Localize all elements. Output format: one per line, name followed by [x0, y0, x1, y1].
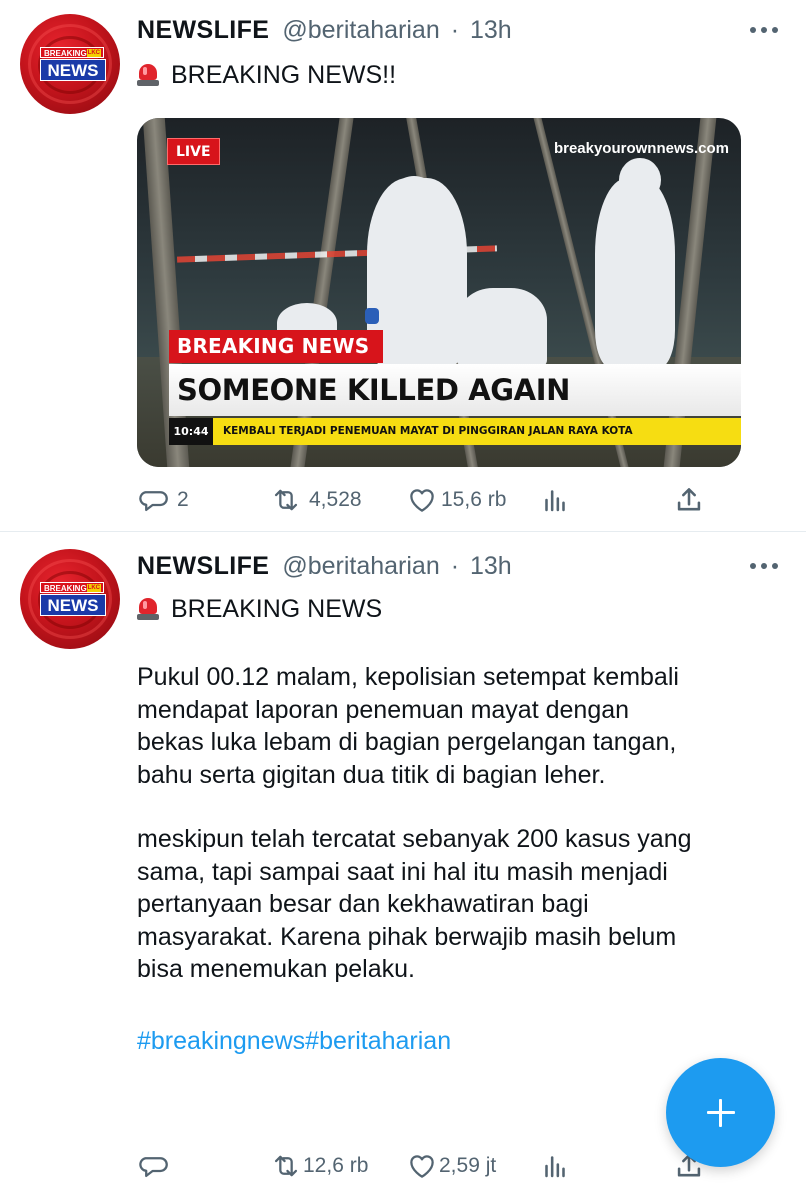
tweet-body: Pukul 00.12 malam, kepolisian setempat k… — [137, 661, 787, 986]
avatar-logo-top-text: BREAKING — [44, 584, 87, 593]
tweet-time[interactable]: 13h — [470, 16, 512, 44]
ticker-time: 10:44 — [169, 418, 213, 445]
tweet-header: NEWSLIFE @beritaharian · 13h — [137, 550, 512, 582]
analytics-icon — [545, 490, 565, 512]
tweet-actions: 2 4,528 15,6 rb — [137, 480, 717, 520]
analytics-button[interactable] — [538, 480, 572, 520]
tweet-actions: 12,6 rb 2,59 jt — [137, 1146, 717, 1186]
retweet-button[interactable]: 12,6 rb — [269, 1146, 368, 1186]
like-count: 2,59 jt — [439, 1154, 497, 1177]
author-name[interactable]: NEWSLIFE — [137, 16, 269, 44]
image-glove — [365, 308, 379, 324]
avatar-logo-main: NEWS — [40, 59, 106, 81]
tweet-media-image[interactable]: LIVE breakyourownnews.com BREAKING NEWS … — [137, 118, 741, 467]
live-badge: LIVE — [167, 138, 220, 165]
hashtag-link[interactable]: #breakingnews#beritaharian — [137, 1025, 451, 1057]
avatar-logo-top-text: BREAKING — [44, 49, 87, 58]
retweet-icon — [274, 489, 298, 511]
like-button[interactable]: 2,59 jt — [405, 1146, 496, 1186]
reply-button[interactable]: 2 — [137, 480, 189, 520]
breaking-news-headline: SOMEONE KILLED AGAIN — [169, 364, 741, 416]
plus-icon — [706, 1098, 735, 1127]
retweet-count: 4,528 — [309, 488, 362, 511]
image-watermark: breakyourownnews.com — [553, 140, 729, 157]
more-options-icon[interactable] — [750, 550, 778, 582]
reply-icon — [139, 491, 168, 512]
like-count: 15,6 rb — [441, 488, 507, 511]
time-separator: · — [450, 552, 460, 580]
share-button[interactable] — [672, 480, 706, 520]
time-separator: · — [450, 16, 460, 44]
retweet-button[interactable]: 4,528 — [269, 480, 362, 520]
image-forensic-person — [595, 178, 675, 368]
author-handle[interactable]: @beritaharian — [282, 552, 439, 580]
tweet-text: BREAKING NEWS!! — [171, 61, 397, 89]
share-icon — [677, 488, 701, 511]
tweet-headline: BREAKING NEWS!! — [137, 59, 396, 91]
tweet-text: BREAKING NEWS — [171, 595, 383, 623]
reply-icon — [139, 1157, 168, 1178]
image-forensic-hood — [389, 176, 439, 226]
police-siren-icon — [137, 596, 159, 622]
avatar[interactable]: BREAKING LKC NEWS — [20, 14, 120, 114]
tweet-paragraph: Pukul 00.12 malam, kepolisian setempat k… — [137, 663, 679, 789]
avatar[interactable]: BREAKING LKC NEWS — [20, 549, 120, 649]
retweet-count: 12,6 rb — [303, 1154, 369, 1177]
analytics-icon — [545, 1156, 565, 1178]
avatar-logo-top: BREAKING LKC — [40, 47, 104, 58]
image-forensic-person — [457, 288, 547, 368]
reply-button[interactable] — [137, 1146, 177, 1186]
retweet-icon — [274, 1155, 298, 1177]
avatar-logo-top: BREAKING LKC — [40, 582, 104, 593]
compose-tweet-button[interactable] — [666, 1058, 775, 1167]
more-options-icon[interactable] — [750, 14, 778, 46]
avatar-logo-tag: LKC — [86, 584, 101, 592]
analytics-button[interactable] — [538, 1146, 572, 1186]
reply-count: 2 — [177, 488, 189, 511]
tweet-headline: BREAKING NEWS — [137, 593, 382, 625]
heart-icon — [410, 1155, 434, 1178]
breaking-news-label: BREAKING NEWS — [169, 330, 384, 363]
image-forensic-hood — [619, 158, 661, 202]
police-siren-icon — [137, 62, 159, 88]
author-name[interactable]: NEWSLIFE — [137, 552, 269, 580]
avatar-logo-tag: LKC — [86, 49, 101, 57]
tweet[interactable]: BREAKING LKC NEWS NEWSLIFE @beritaharian… — [0, 0, 806, 532]
news-ticker: 10:44 KEMBALI TERJADI PENEMUAN MAYAT DI … — [169, 418, 741, 445]
heart-icon — [410, 489, 434, 512]
avatar-logo-main: NEWS — [40, 594, 106, 616]
like-button[interactable]: 15,6 rb — [405, 480, 506, 520]
tweet-paragraph: meskipun telah tercatat sebanyak 200 kas… — [137, 825, 692, 983]
author-handle[interactable]: @beritaharian — [282, 16, 439, 44]
ticker-text: KEMBALI TERJADI PENEMUAN MAYAT DI PINGGI… — [223, 425, 633, 437]
tweet-time[interactable]: 13h — [470, 552, 512, 580]
tweet-header: NEWSLIFE @beritaharian · 13h — [137, 14, 512, 46]
